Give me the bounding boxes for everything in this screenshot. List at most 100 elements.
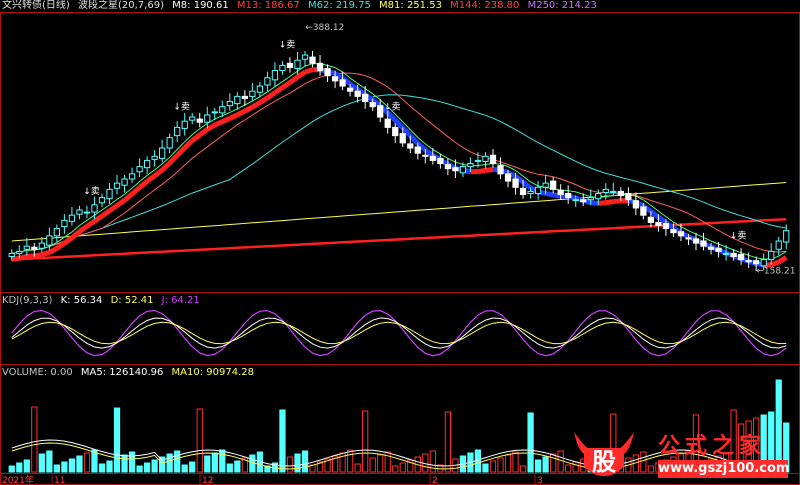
candle-body — [557, 189, 564, 196]
candle-body — [83, 211, 91, 214]
ribbon-segment — [236, 108, 247, 118]
candle-body — [489, 154, 497, 165]
candle-body — [309, 56, 316, 64]
candle-body — [737, 253, 745, 261]
candle-body — [595, 192, 602, 200]
volume-bar — [369, 457, 376, 473]
volume-bar — [444, 411, 452, 473]
candle-body — [685, 237, 692, 240]
volume-bar — [68, 458, 76, 473]
sell-signal-label: ↓卖 — [384, 101, 401, 112]
volume-bar — [23, 459, 30, 473]
volume-bar — [189, 461, 196, 473]
candle-body — [662, 222, 670, 230]
ribbon-segment — [130, 185, 142, 196]
ribbon-segment — [62, 235, 74, 246]
candle-body — [407, 143, 414, 149]
ribbon-segment — [93, 213, 104, 224]
ribbon-segment — [590, 200, 599, 206]
candle-body — [331, 76, 339, 82]
volume-bar — [392, 465, 399, 473]
kdj-k: K: 56.34 — [60, 295, 103, 306]
volume-bar — [226, 463, 233, 473]
ribbon-segment — [182, 138, 194, 150]
volume-bar — [181, 464, 188, 473]
sell-signal-label: ↓卖 — [173, 101, 190, 112]
date-axis-label: 2021年 — [2, 474, 34, 485]
ribbon-segment — [153, 168, 164, 178]
main-header: 文兴转债(日线) 波段之星(20,7,69) M8: 190.61 M13: 1… — [2, 0, 602, 12]
volume-bar — [16, 462, 23, 473]
volume-bar — [143, 462, 151, 473]
candle-body — [362, 93, 369, 103]
candle-body — [159, 147, 166, 159]
volume-name: VOLUME: 0.00 — [2, 367, 73, 378]
candle-body — [730, 252, 737, 258]
bull-logo-icon: 股 — [574, 432, 634, 476]
candle-body — [504, 173, 512, 182]
candle-body — [692, 238, 700, 244]
volume-bar — [489, 460, 497, 473]
candle-body — [429, 155, 436, 161]
ribbon-segment — [521, 180, 533, 190]
candle-body — [91, 204, 98, 213]
ribbon-segment — [265, 90, 277, 100]
volume-bar — [196, 408, 203, 473]
candle-body — [414, 146, 421, 154]
volume-bar — [286, 456, 294, 473]
candle-body — [354, 90, 361, 97]
ribbon-segment — [100, 208, 111, 219]
ribbon-segment — [190, 132, 202, 143]
candle-body — [369, 102, 376, 108]
candle-body — [286, 62, 294, 68]
ma13-label: M13: 186.67 — [236, 0, 300, 11]
candle-body — [181, 120, 188, 129]
ribbon-segment — [41, 250, 51, 258]
chart-frame — [0, 12, 800, 485]
kdj-d: D: 52.41 — [110, 295, 154, 306]
candle-body — [768, 250, 775, 261]
kdj-header: KDJ(9,3,3) K: 56.34 D: 52.41 J: 64.21 — [2, 295, 205, 307]
ribbon-segment — [597, 200, 607, 206]
candle-body — [459, 166, 467, 174]
volume-bar — [31, 406, 38, 473]
ribbon-segment — [228, 112, 239, 121]
volume-bar — [527, 412, 534, 473]
candle-body — [625, 192, 632, 201]
volume-bar — [534, 459, 542, 473]
volume-bar — [429, 450, 436, 473]
candle-body — [106, 188, 113, 200]
candle-body — [8, 252, 15, 258]
ma62-label: M62: 219.75 — [307, 0, 371, 11]
ribbon-segment — [85, 219, 96, 229]
volume-header: VOLUME: 0.00 MA5: 126140.96 MA10: 90974.… — [2, 367, 259, 379]
ma8-line — [11, 63, 787, 260]
chart-root: ↓卖 ↓卖 ↓卖 ↓卖 ↓卖 ←388.12 ←158.21 2021年 11 12 2 3 文兴转债… — [0, 0, 800, 485]
volume-bar — [482, 463, 489, 473]
volume-bar — [512, 451, 519, 473]
candle-body — [783, 230, 790, 243]
ribbon-segment — [18, 253, 28, 261]
candle-body — [279, 64, 286, 72]
candle-body — [174, 126, 181, 137]
ribbon-segment — [122, 192, 134, 203]
ma81-label: M81: 251.53 — [379, 0, 442, 11]
indicator-name: 波段之星(20,7,69) — [78, 0, 164, 11]
candle-body — [143, 159, 151, 169]
candle-body — [677, 231, 685, 237]
candle-body — [234, 95, 241, 105]
candle-body — [745, 260, 752, 263]
candle-body — [46, 235, 53, 246]
ribbon-segment — [649, 209, 660, 220]
ma8-label: M8: 190.61 — [172, 0, 229, 11]
candle-body — [452, 167, 459, 172]
candle-body — [565, 192, 572, 199]
date-axis-label: 11 — [54, 476, 65, 485]
volume-ma5: MA5: 126140.96 — [80, 367, 164, 378]
candle-body — [640, 206, 647, 216]
volume-bar — [249, 454, 256, 473]
candle-body — [602, 188, 609, 193]
volume-bar — [354, 463, 361, 473]
volume-bar — [211, 452, 218, 473]
candle-body — [482, 155, 489, 162]
